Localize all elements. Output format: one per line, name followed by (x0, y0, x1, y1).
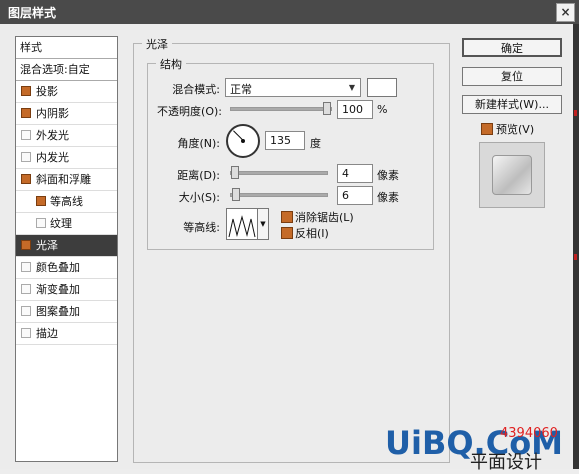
opacity-input[interactable]: 100 (337, 100, 373, 119)
invert-checkbox[interactable] (281, 227, 293, 239)
anti-alias-label: 消除锯齿(L) (295, 211, 354, 224)
new-style-button[interactable]: 新建样式(W)... (462, 95, 562, 114)
size-label: 大小(S): (178, 191, 220, 204)
opacity-slider-thumb[interactable] (323, 102, 331, 115)
style-item-label: 颜色叠加 (36, 261, 80, 274)
style-list: 样式 混合选项:自定 投影 内阴影 外发光 内发光 斜面和浮雕 等高线 纹理 光… (15, 36, 118, 462)
checkbox-unchecked-icon[interactable] (21, 262, 31, 272)
close-icon[interactable]: × (556, 3, 575, 22)
blend-mode-value: 正常 (230, 83, 252, 96)
checkbox-checked-icon[interactable] (21, 86, 31, 96)
style-item-label: 描边 (36, 327, 58, 340)
checkbox-unchecked-icon[interactable] (21, 152, 31, 162)
style-item-satin[interactable]: 光泽 (16, 235, 117, 257)
angle-unit: 度 (310, 137, 321, 150)
anti-alias-checkbox[interactable] (281, 211, 293, 223)
opacity-label: 不透明度(O): (157, 105, 222, 118)
gloss-color-swatch[interactable] (367, 78, 397, 97)
window-title: 图层样式 (8, 6, 57, 20)
blend-mode-select[interactable]: 正常 ▼ (225, 78, 361, 97)
reset-button[interactable]: 复位 (462, 67, 562, 86)
style-item-stroke[interactable]: 描边 (16, 323, 117, 345)
checkbox-unchecked-icon[interactable] (21, 306, 31, 316)
style-item-gradient-overlay[interactable]: 渐变叠加 (16, 279, 117, 301)
style-item-label: 渐变叠加 (36, 283, 80, 296)
satin-group-title: 光泽 (142, 36, 172, 52)
contour-dropdown-arrow[interactable]: ▼ (257, 208, 269, 240)
edge-mark (574, 254, 577, 260)
watermark-caption: 平面设计 (470, 452, 542, 473)
background-edge (573, 24, 579, 469)
style-item-label: 图案叠加 (36, 305, 80, 318)
preview-checkbox[interactable] (481, 123, 493, 135)
style-item-label: 斜面和浮雕 (36, 173, 91, 186)
style-item-bevel-emboss[interactable]: 斜面和浮雕 (16, 169, 117, 191)
checkbox-checked-icon[interactable] (21, 108, 31, 118)
angle-dial-needle (233, 130, 244, 141)
watermark-number: 4394060 (500, 426, 558, 441)
checkbox-checked-icon[interactable] (36, 196, 46, 206)
style-item-label: 等高线 (50, 195, 83, 208)
style-item-label: 纹理 (50, 217, 72, 230)
style-item-contour[interactable]: 等高线 (16, 191, 117, 213)
opacity-unit: % (377, 103, 388, 116)
style-item-label: 内发光 (36, 151, 69, 164)
angle-label: 角度(N): (177, 137, 220, 150)
invert-label: 反相(I) (295, 227, 329, 240)
preview-thumbnail (492, 155, 532, 195)
blend-mode-label: 混合模式: (172, 83, 220, 96)
distance-label: 距离(D): (177, 169, 220, 182)
style-item-pattern-overlay[interactable]: 图案叠加 (16, 301, 117, 323)
distance-slider[interactable] (230, 171, 328, 175)
chevron-down-icon: ▼ (348, 83, 356, 92)
distance-input[interactable]: 4 (337, 164, 373, 183)
size-unit: 像素 (377, 191, 399, 204)
structure-group-title: 结构 (156, 56, 186, 72)
edge-mark (574, 110, 577, 116)
style-preview (479, 142, 545, 208)
preview-label: 预览(V) (496, 123, 535, 136)
title-bar: 图层样式 × (0, 0, 579, 24)
blend-options-item[interactable]: 混合选项:自定 (16, 59, 117, 81)
size-input[interactable]: 6 (337, 186, 373, 205)
opacity-slider[interactable] (230, 107, 332, 111)
style-item-color-overlay[interactable]: 颜色叠加 (16, 257, 117, 279)
size-slider-thumb[interactable] (232, 188, 240, 201)
checkbox-checked-icon[interactable] (21, 240, 31, 250)
style-item-drop-shadow[interactable]: 投影 (16, 81, 117, 103)
style-item-inner-glow[interactable]: 内发光 (16, 147, 117, 169)
checkbox-checked-icon[interactable] (21, 174, 31, 184)
angle-dial[interactable] (226, 124, 260, 158)
checkbox-unchecked-icon[interactable] (21, 130, 31, 140)
ok-button[interactable]: 确定 (462, 38, 562, 57)
style-item-label: 内阴影 (36, 107, 69, 120)
style-item-texture[interactable]: 纹理 (16, 213, 117, 235)
distance-slider-thumb[interactable] (231, 166, 239, 179)
checkbox-unchecked-icon[interactable] (21, 328, 31, 338)
checkbox-unchecked-icon[interactable] (36, 218, 46, 228)
distance-unit: 像素 (377, 169, 399, 182)
style-item-label: 投影 (36, 85, 58, 98)
style-item-outer-glow[interactable]: 外发光 (16, 125, 117, 147)
style-list-header[interactable]: 样式 (16, 37, 117, 59)
style-item-label: 光泽 (36, 239, 58, 252)
style-item-inner-shadow[interactable]: 内阴影 (16, 103, 117, 125)
style-item-label: 外发光 (36, 129, 69, 142)
size-slider[interactable] (230, 193, 328, 197)
contour-curve-icon (228, 215, 256, 238)
checkbox-unchecked-icon[interactable] (21, 284, 31, 294)
contour-picker[interactable] (226, 208, 258, 240)
angle-input[interactable]: 135 (265, 131, 305, 150)
contour-label: 等高线: (183, 221, 220, 234)
